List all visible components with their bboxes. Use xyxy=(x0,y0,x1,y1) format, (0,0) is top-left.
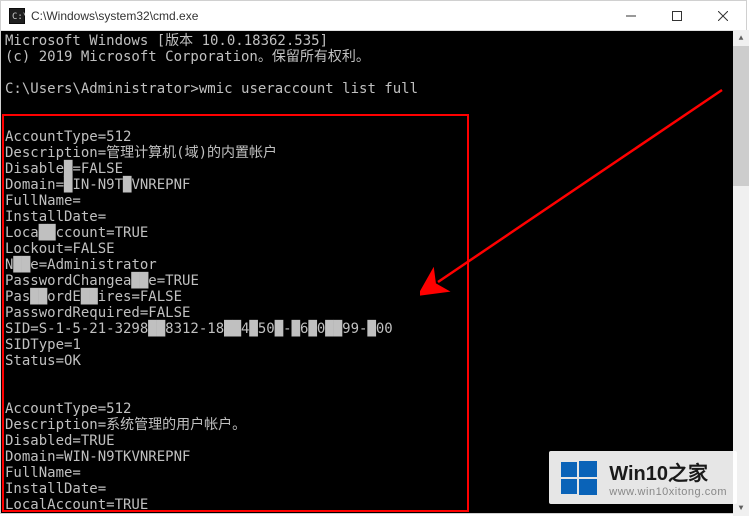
output-line: Pas██ordE██ires xyxy=(5,289,131,305)
cmd-window: C:\ C:\Windows\system32\cmd.exe Microsof… xyxy=(0,0,747,514)
output-line: PasswordRequired= xyxy=(5,305,148,321)
banner-line: (c) 2019 Microsoft Corporation。保留所有权利。 xyxy=(5,49,370,65)
output-line: Disable█ xyxy=(5,161,72,177)
svg-text:C:\: C:\ xyxy=(12,12,25,22)
output-line: InstallDate= xyxy=(5,209,106,225)
output-line: LocalAccount= xyxy=(5,497,115,513)
output-line: SID= xyxy=(5,321,39,337)
watermark: Win10之家 www.win10xitong.com xyxy=(549,451,737,504)
output-line: FullName= xyxy=(5,193,81,209)
output-line: PasswordChangea██e xyxy=(5,273,157,289)
command-text: wmic useraccount list full xyxy=(199,81,418,97)
window-title: C:\Windows\system32\cmd.exe xyxy=(31,9,608,23)
output-line: Status= xyxy=(5,353,64,369)
scrollbar-thumb[interactable] xyxy=(733,46,749,186)
output-line: AccountType= xyxy=(5,401,106,417)
terminal-content[interactable]: Microsoft Windows [版本 10.0.18362.535] (c… xyxy=(1,31,746,513)
output-line: Description= xyxy=(5,417,106,433)
output-line: Disabled= xyxy=(5,433,81,449)
output-line: InstallDate= xyxy=(5,481,106,497)
output-line: Lockout= xyxy=(5,241,72,257)
output-line: N██e xyxy=(5,257,39,273)
output-line: Description= xyxy=(5,145,106,161)
minimize-button[interactable] xyxy=(608,1,654,30)
watermark-text: Win10之家 www.win10xitong.com xyxy=(609,457,727,498)
output-line: Loca██ccount xyxy=(5,225,106,241)
output-line: AccountType= xyxy=(5,129,106,145)
output-line: Domain= xyxy=(5,177,64,193)
output-line: Domain= xyxy=(5,449,64,465)
titlebar: C:\ C:\Windows\system32\cmd.exe xyxy=(1,1,746,31)
windows-logo-icon xyxy=(559,458,599,498)
vertical-scrollbar[interactable]: ▲ ▼ xyxy=(733,30,749,516)
output-line: SIDType= xyxy=(5,337,72,353)
maximize-button[interactable] xyxy=(654,1,700,30)
watermark-title: Win10之家 xyxy=(609,457,727,486)
cmd-icon: C:\ xyxy=(9,8,25,24)
watermark-url: www.win10xitong.com xyxy=(609,486,727,498)
close-button[interactable] xyxy=(700,1,746,30)
window-controls xyxy=(608,1,746,30)
scroll-up-arrow-icon[interactable]: ▲ xyxy=(733,30,749,46)
banner-line: Microsoft Windows [版本 10.0.18362.535] xyxy=(5,33,328,49)
prompt: C:\Users\Administrator> xyxy=(5,81,199,97)
output-line: FullName= xyxy=(5,465,81,481)
